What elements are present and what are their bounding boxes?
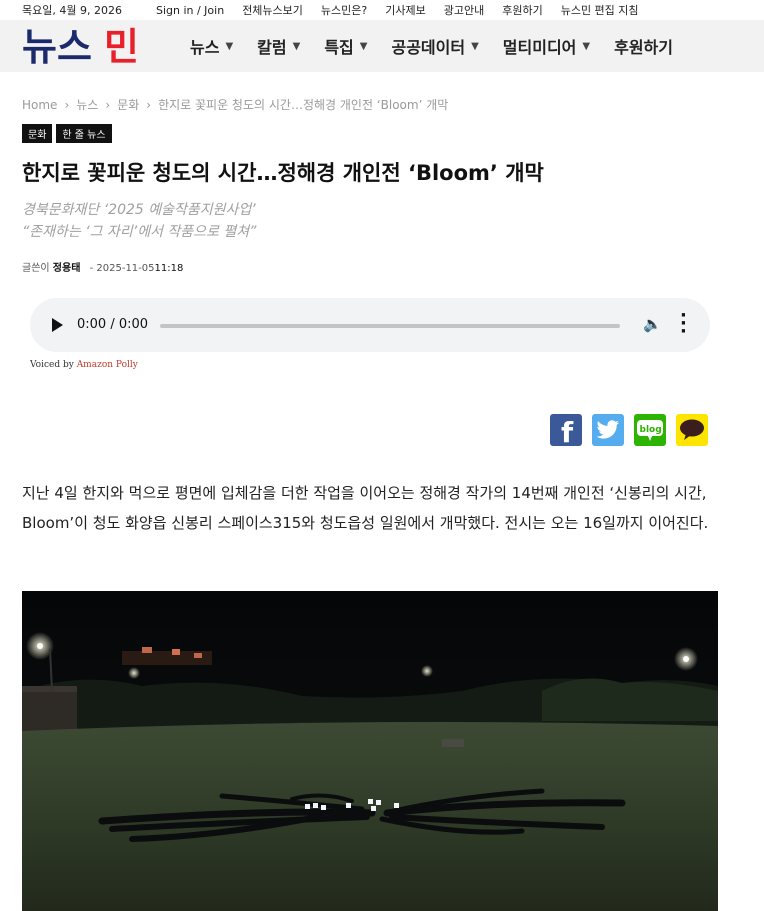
about-link[interactable]: 뉴스민은? (321, 2, 367, 18)
nav-multimedia-label: 멀티미디어 (502, 38, 577, 57)
twitter-glyph (596, 420, 619, 439)
breadcrumb-news[interactable]: 뉴스 (76, 98, 98, 112)
breadcrumb-separator: › (64, 98, 70, 112)
date-separator: - (89, 263, 94, 274)
play-icon[interactable] (52, 318, 63, 332)
subtitle-line: 경북문화재단 ‘2025 예술작품지원사업’ (22, 202, 256, 218)
volume-icon[interactable]: 🔈 (643, 315, 662, 333)
tag-one-line-news[interactable]: 한 줄 뉴스 (56, 124, 112, 143)
nav-public-data[interactable]: 공공데이터 ▼ (391, 34, 478, 58)
nav-feature-label: 특집 (324, 38, 354, 57)
svg-text:뉴스: 뉴스 (22, 25, 92, 68)
chevron-down-icon: ▼ (225, 40, 234, 52)
nav-multimedia[interactable]: 멀티미디어 ▼ (503, 34, 590, 58)
blog-icon[interactable]: blog (634, 414, 666, 446)
current-date: 목요일, 4월 9, 2026 (22, 4, 122, 17)
polly-link[interactable]: Amazon Polly (77, 360, 138, 370)
ad-link[interactable]: 광고안내 (444, 2, 484, 18)
nav-donate[interactable]: 후원하기 (614, 34, 673, 58)
article-subtitle: 경북문화재단 ‘2025 예술작품지원사업’ “존재하는 ‘그 자리’에서 작품… (22, 199, 256, 243)
chevron-down-icon: ▼ (359, 40, 368, 52)
more-options-icon[interactable]: · · · (680, 307, 687, 341)
blog-glyph: blog (637, 420, 663, 441)
svg-text:민: 민 (104, 25, 139, 68)
chevron-down-icon: ▼ (582, 40, 591, 52)
audio-progress-track[interactable] (160, 324, 620, 328)
nav-feature[interactable]: 특집 ▼ (324, 34, 367, 58)
editorial-guide-link[interactable]: 뉴스민 편집 지침 (561, 2, 639, 18)
kakao-icon[interactable] (676, 414, 708, 446)
nav-donate-label: 후원하기 (614, 38, 673, 57)
night-exhibition-image (22, 591, 718, 911)
audio-time: 0:00 / 0:00 (77, 317, 149, 332)
svg-text:f: f (561, 416, 574, 446)
nav-news-label: 뉴스 (190, 38, 220, 57)
nav-news[interactable]: 뉴스 ▼ (190, 34, 233, 58)
breadcrumb: Home › 뉴스 › 문화 › 한지로 꽃피운 청도의 시간…정해경 개인전 ‘Bloom… (22, 96, 448, 113)
article-title: 한지로 꽃피운 청도의 시간…정해경 개인전 ‘Bloom’ 개막 (22, 161, 544, 185)
tag-culture[interactable]: 문화 (22, 124, 53, 143)
site-logo[interactable]: 뉴스 민 (22, 24, 154, 68)
subtitle-line: “존재하는 ‘그 자리’에서 작품으로 펼쳐” (22, 224, 257, 240)
donate-link[interactable]: 후원하기 (502, 2, 542, 18)
byline: 글쓴이 정용태 - 2025-11-0511:18 (22, 259, 183, 274)
kakao-glyph (680, 419, 704, 440)
breadcrumb-separator: › (146, 98, 152, 112)
author-name[interactable]: 정용태 (53, 263, 81, 274)
main-nav: 뉴스 ▼ 칼럼 ▼ 특집 ▼ 공공데이터 ▼ 멀티미디어 ▼ 후원하기 (190, 34, 697, 58)
nav-public-data-label: 공공데이터 (391, 38, 466, 57)
article-body: 지난 4일 한지와 먹으로 평면에 입체감을 더한 작업을 이어오는 정해경 작… (22, 484, 709, 532)
chevron-down-icon: ▼ (292, 40, 301, 52)
report-link[interactable]: 기사제보 (385, 2, 425, 18)
social-share: f blog (550, 414, 718, 446)
breadcrumb-current: 한지로 꽃피운 청도의 시간…정해경 개인전 ‘Bloom’ 개막 (158, 98, 449, 112)
byline-label: 글쓴이 (22, 263, 50, 274)
breadcrumb-separator: › (105, 98, 111, 112)
logo-graphic: 뉴스 민 (22, 25, 139, 68)
breadcrumb-home[interactable]: Home (22, 98, 57, 112)
voiced-prefix: Voiced by (30, 360, 74, 370)
top-bar: 목요일, 4월 9, 2026 Sign in / Join 전체뉴스보기 뉴스… (0, 0, 764, 20)
nav-column[interactable]: 칼럼 ▼ (257, 34, 300, 58)
audio-player: 0:00 / 0:00 🔈 · · · (30, 298, 710, 352)
publish-time: 11:18 (154, 263, 184, 274)
facebook-glyph: f (561, 416, 574, 446)
publish-date: 2025-11-05 (96, 263, 155, 274)
chevron-down-icon: ▼ (471, 40, 479, 52)
all-news-link[interactable]: 전체뉴스보기 (242, 2, 303, 18)
facebook-icon[interactable]: f (550, 414, 582, 446)
voiced-by: Voiced by Amazon Polly (30, 360, 138, 370)
nav-column-label: 칼럼 (257, 38, 287, 57)
breadcrumb-culture[interactable]: 문화 (117, 98, 139, 112)
site-header: 뉴스 민 뉴스 ▼ 칼럼 ▼ 특집 ▼ 공공데이터 ▼ 멀티미디어 ▼ 후원하기 (0, 20, 764, 72)
twitter-icon[interactable] (592, 414, 624, 446)
article-photo[interactable] (22, 591, 718, 911)
signin-link[interactable]: Sign in / Join (156, 4, 224, 17)
svg-text:blog: blog (640, 425, 662, 435)
category-tags: 문화 한 줄 뉴스 (22, 124, 116, 143)
